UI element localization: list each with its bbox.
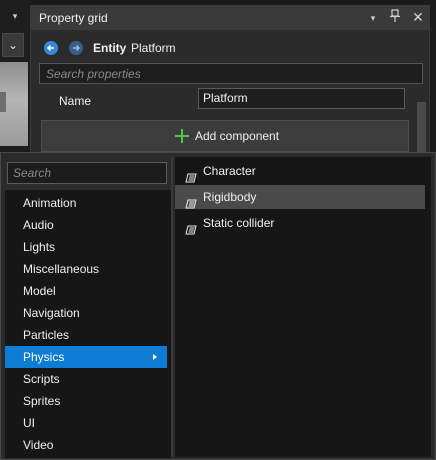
component-item-label: Static collider	[203, 216, 275, 230]
category-item-audio[interactable]: Audio	[5, 214, 167, 236]
component-icon	[185, 193, 197, 209]
category-item-model[interactable]: Model	[5, 280, 167, 302]
category-search-input[interactable]	[8, 163, 166, 183]
property-grid-panel: Property grid ▾ ✕ Entity Platform Name P…	[30, 5, 430, 153]
category-list: Animation Audio Lights Miscellaneous Model Na…	[5, 190, 171, 458]
add-component-button[interactable]: Add component	[41, 120, 409, 152]
category-item-video[interactable]: Video	[5, 434, 167, 456]
category-item-label: Sprites	[23, 394, 61, 408]
forward-arrow-icon[interactable]	[69, 41, 83, 55]
category-item-label: Physics	[23, 350, 65, 364]
category-item-label: Animation	[23, 196, 77, 210]
category-item-miscellaneous[interactable]: Miscellaneous	[5, 258, 167, 280]
entity-type-label: Entity	[93, 41, 127, 55]
component-list: Character Rigidbody Static collider	[175, 157, 431, 457]
name-property-label: Name	[59, 94, 92, 108]
category-item-lights[interactable]: Lights	[5, 236, 167, 258]
category-item-physics[interactable]: Physics	[5, 346, 167, 368]
category-item-label: Scripts	[23, 372, 60, 386]
close-icon[interactable]: ✕	[411, 9, 425, 25]
component-icon	[185, 219, 197, 235]
category-item-label: Miscellaneous	[23, 262, 100, 276]
search-properties-field[interactable]	[39, 63, 423, 84]
category-item-sprites[interactable]: Sprites	[5, 390, 167, 412]
plus-icon	[174, 128, 190, 144]
view-dropdown-button[interactable]: ⌄	[2, 33, 24, 57]
panel-options-icon[interactable]: ▾	[367, 10, 379, 24]
category-item-label: Video	[23, 438, 54, 452]
panel-title: Property grid	[39, 11, 108, 25]
component-item-rigidbody[interactable]: Rigidbody	[175, 185, 425, 209]
category-item-label: Model	[23, 284, 56, 298]
category-item-label: Audio	[23, 218, 54, 232]
category-pane: Animation Audio Lights Miscellaneous Model Na…	[5, 157, 171, 458]
back-arrow-icon[interactable]	[44, 41, 58, 55]
entity-name-label: Platform	[131, 41, 176, 55]
component-icon	[185, 167, 197, 183]
category-item-particles[interactable]: Particles	[5, 324, 167, 346]
panel-scrollbar-thumb[interactable]	[417, 102, 426, 152]
category-item-animation[interactable]: Animation	[5, 192, 167, 214]
component-item-label: Character	[203, 164, 256, 178]
category-item-label: Lights	[23, 240, 56, 254]
add-component-label: Add component	[195, 129, 280, 143]
category-search-field[interactable]	[7, 162, 167, 184]
category-item-scripts[interactable]: Scripts	[5, 368, 167, 390]
scene-viewport[interactable]	[0, 62, 28, 146]
category-item-ui[interactable]: UI	[5, 412, 167, 434]
component-item-character[interactable]: Character	[175, 159, 425, 183]
component-item-static-collider[interactable]: Static collider	[175, 211, 425, 235]
pane-divider[interactable]	[171, 157, 173, 457]
category-item-label: UI	[23, 416, 35, 430]
add-component-popup: Animation Audio Lights Miscellaneous Model Na…	[0, 152, 436, 460]
panel-header: Property grid ▾ ✕	[31, 6, 429, 30]
category-item-label: Particles	[23, 328, 70, 342]
left-editor-strip: ▾ ⌄	[0, 0, 30, 150]
submenu-arrow-icon	[153, 354, 157, 360]
pin-icon[interactable]	[388, 9, 402, 25]
search-properties-input[interactable]	[40, 64, 422, 83]
name-property-input[interactable]: Platform	[198, 88, 405, 109]
menu-dropdown-icon[interactable]: ▾	[4, 6, 26, 26]
component-item-label: Rigidbody	[203, 190, 257, 204]
category-item-label: Navigation	[23, 306, 80, 320]
category-item-navigation[interactable]: Navigation	[5, 302, 167, 324]
